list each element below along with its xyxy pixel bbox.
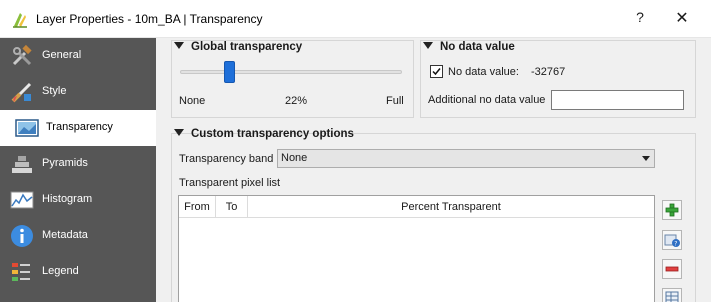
window-title: Layer Properties - 10m_BA | Transparency [36,12,263,26]
additional-no-data-input[interactable] [551,90,684,110]
table-icon [665,291,679,302]
sidebar-item-pyramids[interactable]: Pyramids [0,146,156,182]
qgis-app-icon [13,13,27,28]
svg-text:?: ? [674,241,677,248]
transparency-icon [15,119,39,137]
help-button[interactable]: ? [630,9,650,25]
sidebar-item-general[interactable]: General [0,38,156,74]
close-button[interactable]: ✕ [672,8,692,28]
sidebar-item-label: Legend [42,265,79,277]
additional-no-data-label: Additional no data value [428,94,546,106]
sidebar-item-style[interactable]: Style [0,74,156,110]
sidebar-item-legend[interactable]: Legend [0,254,156,290]
chevron-down-icon [642,156,650,161]
column-header-percent[interactable]: Percent Transparent [248,196,654,218]
group-title: Global transparency [191,41,303,53]
pyramid-icon [12,156,32,173]
content-panel: Global transparency None 22% Full No dat… [156,38,711,302]
title-bar: Layer Properties - 10m_BA | Transparency… [0,0,711,38]
column-header-from[interactable]: From [179,196,216,218]
pick-from-display-icon: ? [664,234,680,248]
transparency-slider-handle[interactable] [223,61,235,83]
slider-max-label: Full [386,95,404,107]
add-row-button[interactable] [662,200,682,220]
transparency-band-label: Transparency band [179,153,274,165]
paintbrush-icon [11,82,32,103]
sidebar-item-transparency[interactable]: Transparency [0,110,156,146]
info-icon [11,225,33,247]
slider-min-label: None [179,95,206,107]
no-data-header[interactable]: No data value [423,41,515,53]
global-transparency-header[interactable]: Global transparency [174,41,302,53]
sidebar-item-histogram[interactable]: Histogram [0,182,156,218]
legend-icon [12,263,30,281]
collapse-arrow-icon [174,129,184,136]
sidebar-item-label: Pyramids [42,157,88,169]
import-button[interactable] [662,288,682,302]
custom-transparency-header[interactable]: Custom transparency options [174,128,354,140]
histogram-icon [10,191,34,209]
minus-icon [665,266,679,272]
transparency-slider-track[interactable] [180,70,402,74]
checkmark-icon [432,68,441,76]
column-header-to[interactable]: To [216,196,248,218]
remove-row-button[interactable] [662,259,682,279]
plus-icon [665,203,679,217]
add-from-display-button[interactable]: ? [662,230,682,250]
transparency-band-select[interactable]: None [277,149,655,168]
sidebar-item-label: Transparency [46,121,113,133]
sidebar-item-metadata[interactable]: Metadata [0,218,156,254]
wrench-hammer-icon [12,44,32,66]
sidebar-item-label: Metadata [42,229,88,241]
sidebar-item-label: Style [42,85,67,97]
sidebar-item-label: Histogram [42,193,93,205]
sidebar: General Style Transparency Pyramids Hist… [0,38,156,302]
transparent-pixel-list-label: Transparent pixel list [179,177,281,189]
group-title: Custom transparency options [191,128,354,140]
transparency-band-value: None [281,152,308,164]
transparent-pixel-table[interactable]: From To Percent Transparent [178,195,655,302]
sidebar-item-label: General [42,49,82,61]
slider-value-label: 22% [285,95,308,107]
collapse-arrow-icon [174,42,184,49]
no-data-value: -32767 [531,66,566,78]
collapse-arrow-icon [423,42,433,49]
group-title: No data value [440,41,515,53]
no-data-checkbox[interactable] [430,65,443,78]
no-data-checkbox-label: No data value: [448,66,519,78]
